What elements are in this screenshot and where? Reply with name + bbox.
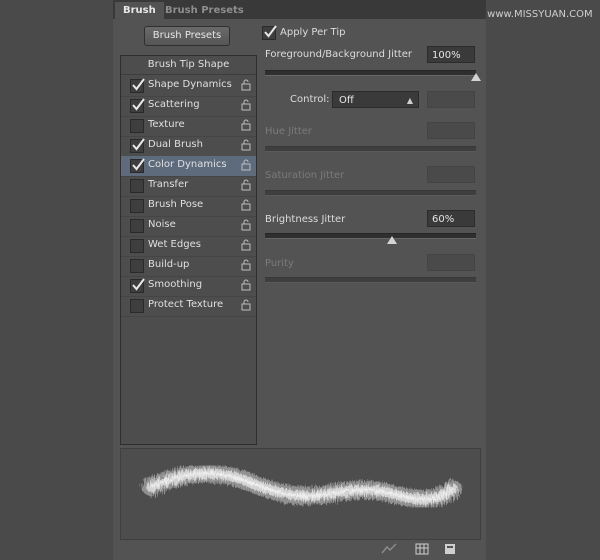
hue-jitter-label: Hue Jitter bbox=[265, 126, 313, 137]
lock-icon[interactable] bbox=[240, 159, 252, 171]
brush-option-smoothing[interactable]: Smoothing bbox=[121, 276, 256, 296]
updown-arrow-icon: ▲ bbox=[406, 96, 413, 105]
option-checkbox[interactable] bbox=[130, 98, 145, 113]
brush-option-protect-texture[interactable]: Protect Texture bbox=[121, 296, 256, 316]
saturation-jitter-slider bbox=[265, 190, 476, 196]
brush-preview-icon[interactable] bbox=[381, 543, 397, 555]
option-label: Dual Brush bbox=[148, 139, 203, 150]
brush-option-brush-pose[interactable]: Brush Pose bbox=[121, 196, 256, 216]
lock-icon[interactable] bbox=[240, 259, 252, 271]
lock-icon[interactable] bbox=[240, 119, 252, 131]
purity-slider bbox=[265, 277, 476, 283]
option-label: Color Dynamics bbox=[148, 159, 227, 170]
option-checkbox[interactable] bbox=[130, 239, 144, 253]
fg-bg-jitter-label: Foreground/Background Jitter bbox=[265, 49, 412, 60]
brush-option-transfer[interactable]: Transfer bbox=[121, 176, 256, 196]
brush-tip-shape-item[interactable]: Brush Tip Shape bbox=[121, 56, 256, 75]
option-checkbox[interactable] bbox=[130, 199, 144, 213]
lock-icon[interactable] bbox=[240, 179, 252, 191]
purity-label: Purity bbox=[265, 258, 294, 269]
brush-options-list: Brush Tip Shape Shape Dynamics Scattering… bbox=[120, 55, 257, 445]
option-checkbox[interactable] bbox=[130, 299, 144, 313]
lock-icon[interactable] bbox=[240, 139, 252, 151]
option-checkbox[interactable] bbox=[130, 219, 144, 233]
fg-bg-jitter-slider[interactable] bbox=[265, 70, 476, 76]
brightness-jitter-label: Brightness Jitter bbox=[265, 214, 346, 225]
option-checkbox[interactable] bbox=[130, 138, 145, 153]
tab-bar: Brush Brush Presets bbox=[113, 0, 486, 19]
lock-icon[interactable] bbox=[240, 99, 252, 111]
lock-icon[interactable] bbox=[240, 279, 252, 291]
stroke-preview-art bbox=[142, 464, 462, 509]
control-label: Control: bbox=[290, 94, 330, 105]
saturation-jitter-field bbox=[427, 166, 475, 183]
hue-jitter-slider bbox=[265, 146, 476, 152]
brush-presets-button[interactable]: Brush Presets bbox=[144, 26, 230, 46]
brush-option-wet-edges[interactable]: Wet Edges bbox=[121, 236, 256, 256]
option-checkbox[interactable] bbox=[130, 78, 145, 93]
control-extra-field bbox=[427, 91, 475, 108]
fg-bg-jitter-field[interactable]: 100% bbox=[427, 46, 475, 63]
brightness-jitter-slider[interactable] bbox=[265, 233, 476, 239]
stroke-preview bbox=[120, 448, 481, 540]
lock-icon[interactable] bbox=[240, 239, 252, 251]
brush-option-noise[interactable]: Noise bbox=[121, 216, 256, 236]
lock-icon[interactable] bbox=[240, 199, 252, 211]
brush-option-texture[interactable]: Texture bbox=[121, 116, 256, 136]
option-label: Build-up bbox=[148, 259, 190, 270]
option-label: Transfer bbox=[148, 179, 189, 190]
hue-jitter-field bbox=[427, 122, 475, 139]
saturation-jitter-label: Saturation Jitter bbox=[265, 170, 345, 181]
brush-option-dual-brush[interactable]: Dual Brush bbox=[121, 136, 256, 156]
brush-option-scattering[interactable]: Scattering bbox=[121, 96, 256, 116]
control-select-value: Off bbox=[339, 95, 354, 106]
option-label: Texture bbox=[148, 119, 185, 130]
lock-icon[interactable] bbox=[240, 219, 252, 231]
option-label: Scattering bbox=[148, 99, 200, 110]
option-label: Protect Texture bbox=[148, 299, 224, 310]
brush-panel: Brush Brush Presets Brush Presets Brush … bbox=[113, 0, 486, 560]
brightness-jitter-field[interactable]: 60% bbox=[427, 210, 475, 227]
lock-icon[interactable] bbox=[240, 299, 252, 311]
control-select[interactable]: Off ▲ bbox=[332, 91, 419, 108]
option-checkbox[interactable] bbox=[130, 158, 145, 173]
option-checkbox[interactable] bbox=[130, 119, 144, 133]
tab-brush-presets[interactable]: Brush Presets bbox=[157, 2, 252, 19]
new-preset-icon[interactable] bbox=[443, 543, 457, 555]
lock-icon[interactable] bbox=[240, 79, 252, 91]
brush-option-shape-dynamics[interactable]: Shape Dynamics bbox=[121, 76, 256, 96]
option-divider bbox=[121, 316, 256, 317]
brush-option-build-up[interactable]: Build-up bbox=[121, 256, 256, 276]
option-label: Smoothing bbox=[148, 279, 203, 290]
option-label: Shape Dynamics bbox=[148, 79, 232, 90]
grid-icon[interactable] bbox=[415, 543, 429, 555]
apply-per-tip-label: Apply Per Tip bbox=[280, 27, 346, 38]
apply-per-tip-checkbox[interactable] bbox=[262, 25, 277, 40]
option-checkbox[interactable] bbox=[130, 278, 145, 293]
option-label: Wet Edges bbox=[148, 239, 201, 250]
brightness-jitter-thumb[interactable] bbox=[386, 236, 397, 244]
fg-bg-jitter-thumb[interactable] bbox=[471, 73, 481, 81]
option-checkbox[interactable] bbox=[130, 259, 144, 273]
purity-field bbox=[427, 254, 475, 271]
panel-bottom-bar bbox=[113, 540, 486, 560]
option-checkbox[interactable] bbox=[130, 179, 144, 193]
option-label: Brush Pose bbox=[148, 199, 204, 210]
brush-option-color-dynamics[interactable]: Color Dynamics bbox=[121, 156, 256, 176]
option-label: Noise bbox=[148, 219, 176, 230]
